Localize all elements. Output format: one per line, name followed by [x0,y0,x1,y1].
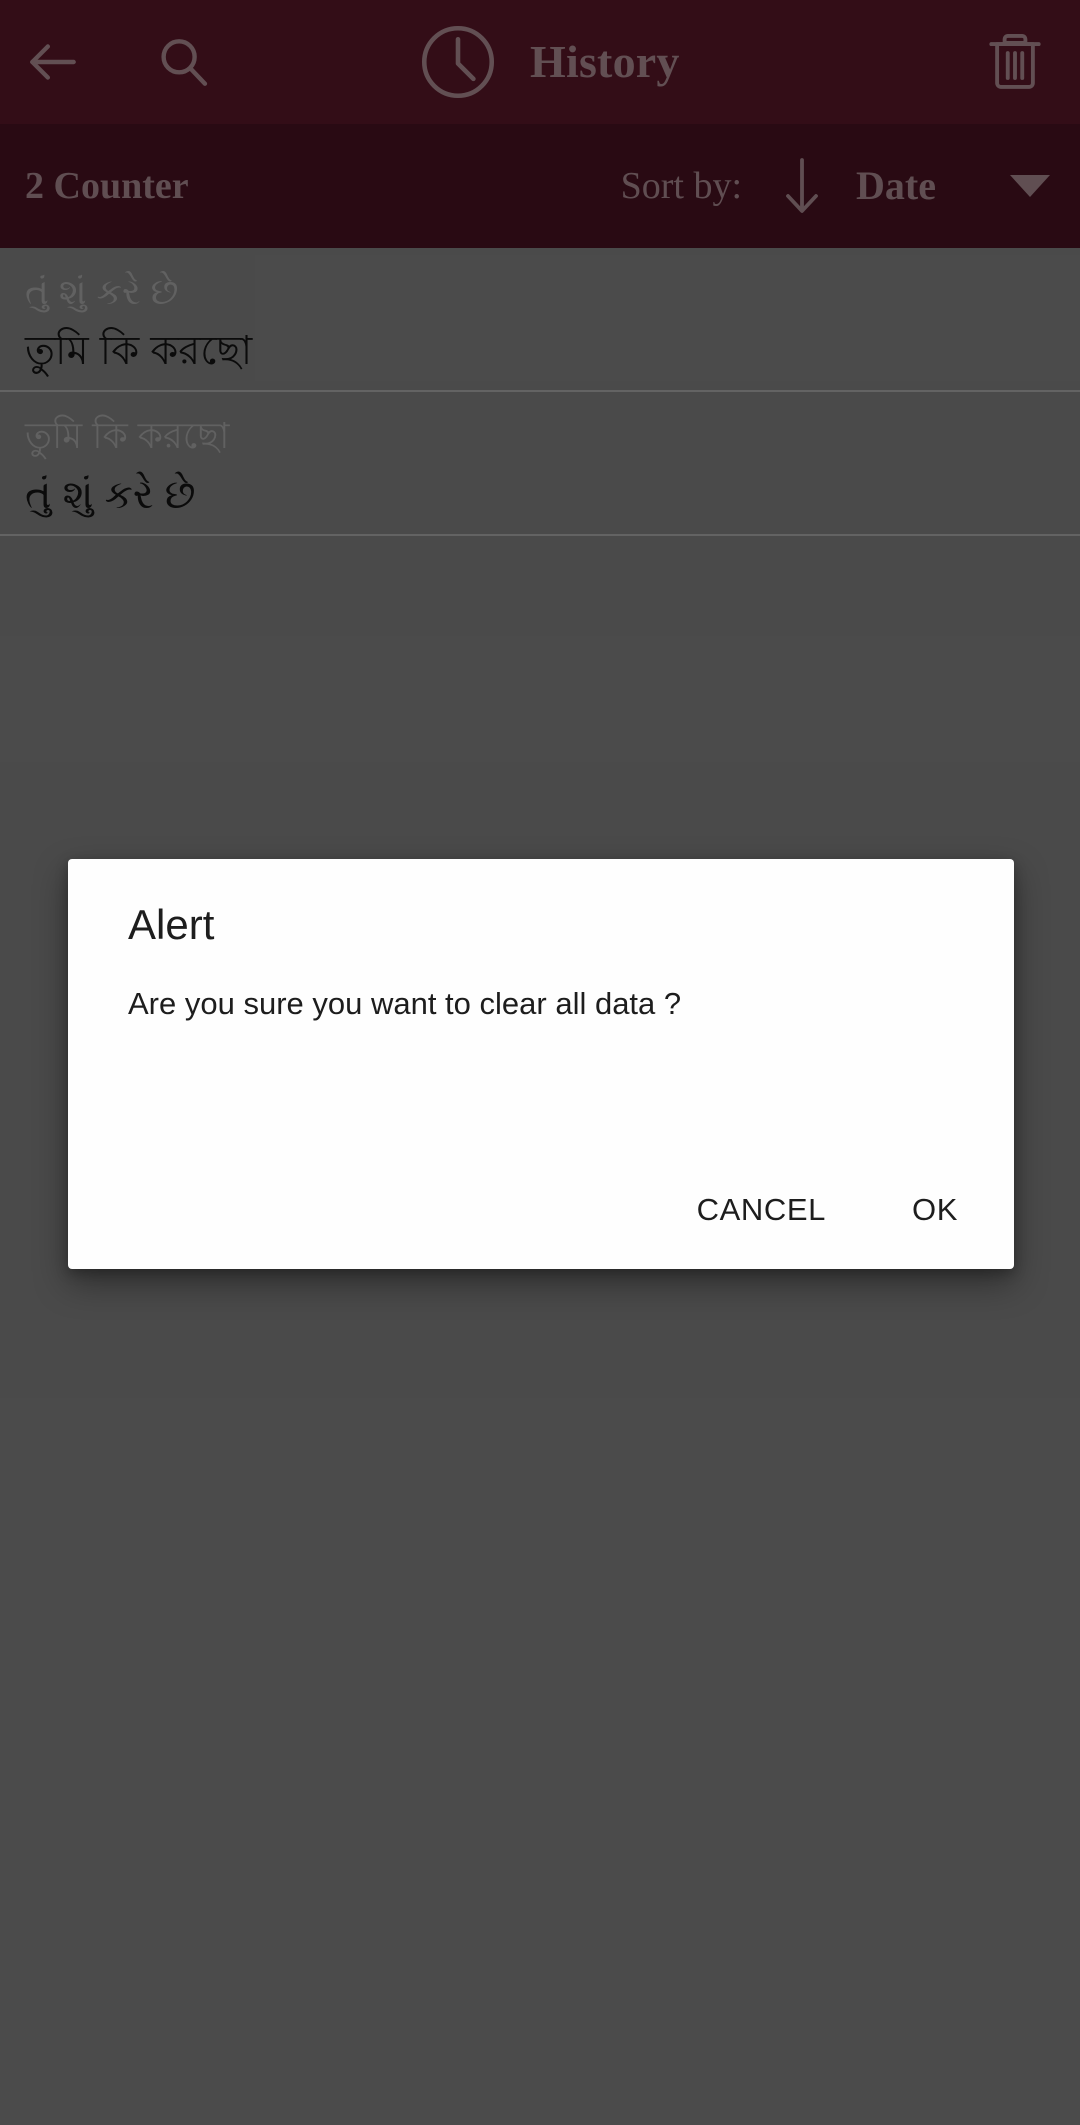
alert-dialog: Alert Are you sure you want to clear all… [68,859,1014,1269]
dialog-actions: CANCEL OK [675,1178,980,1241]
dialog-message: Are you sure you want to clear all data … [128,986,682,1021]
ok-button[interactable]: OK [890,1178,980,1241]
dialog-title: Alert [128,901,215,948]
cancel-button[interactable]: CANCEL [675,1178,848,1241]
app-root: History 2 Counter Sort by: Date તું શું … [0,0,1080,2125]
